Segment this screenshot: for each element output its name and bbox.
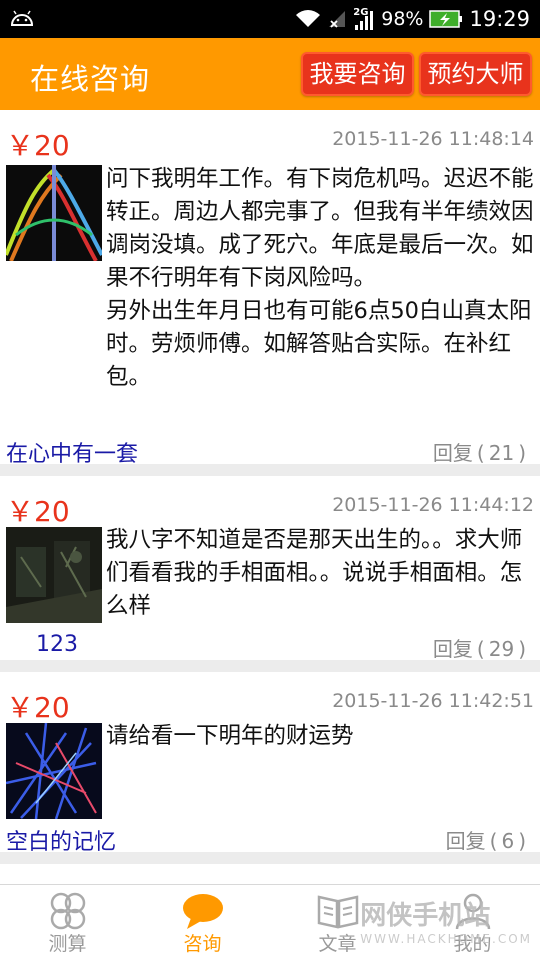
tab-label: 测算 [48, 933, 87, 955]
list-item[interactable]: ￥20 2015-11-26 11:42:51 请给看一下明年的财运势 空白的记… [0, 672, 540, 855]
list-item[interactable]: ￥20 [0, 864, 540, 884]
android-debug-icon [10, 10, 34, 26]
price-label: ￥20 [6, 129, 70, 162]
consult-list[interactable]: ￥20 2015-11-26 11:48:14 问下我明年工作。有下岗危机吗。迟… [0, 110, 540, 884]
page-title: 在线咨询 [30, 62, 151, 96]
reply-number: 6 [501, 829, 515, 853]
question-text: 我八字不知道是否是那天出生的。。求大师们看看我的手相面相。。说说手相面相。怎么样 [106, 527, 523, 619]
post-time: 2015-11-26 11:48:14 [332, 128, 534, 150]
avatar[interactable] [6, 527, 102, 623]
reply-label: 回复 [432, 441, 473, 465]
price-label: ￥20 [6, 874, 70, 884]
signal-2g-icon: 2G [353, 7, 375, 31]
clock: 19:29 [469, 7, 530, 31]
reply-number: 21 [488, 441, 515, 465]
question-text: 请给看一下明年的财运势 [106, 723, 354, 749]
watermark-sub: WWW.HACKHOME.COM [360, 932, 532, 946]
battery-percent: 98% [381, 8, 424, 30]
list-item[interactable]: ￥20 2015-11-26 11:44:12 我八字不知道是否是那天出生的。。… [0, 476, 540, 662]
post-time: 2015-11-26 11:42:51 [332, 690, 534, 712]
avatar[interactable] [6, 165, 102, 261]
tab-label: 咨询 [183, 933, 222, 955]
reply-label: 回复 [432, 637, 473, 661]
reply-count[interactable]: 回复(29) [433, 633, 530, 662]
list-item[interactable]: ￥20 2015-11-26 11:48:14 问下我明年工作。有下岗危机吗。迟… [0, 110, 540, 467]
tab-zixun[interactable]: 咨询 [135, 885, 270, 960]
battery-charging-icon [429, 10, 463, 28]
circles-icon [50, 892, 85, 930]
reply-number: 29 [488, 637, 515, 661]
avatar[interactable] [6, 723, 102, 819]
consult-button[interactable]: 我要咨询 [301, 52, 414, 96]
status-bar: 2G 98% 19:29 [0, 0, 540, 38]
reply-label: 回复 [445, 829, 486, 853]
post-time: 2015-11-26 11:44:12 [332, 494, 534, 516]
site-watermark: 网侠手机站 WWW.HACKHOME.COM [360, 895, 532, 946]
price-label: ￥20 [6, 495, 70, 528]
book-master-button[interactable]: 预约大师 [419, 52, 532, 96]
username-link[interactable]: 在心中有一套 [6, 436, 138, 468]
price-label: ￥20 [6, 691, 70, 724]
app-header: 在线咨询 我要咨询 预约大师 [0, 38, 540, 110]
reply-count[interactable]: 回复(21) [433, 437, 530, 466]
username-link[interactable]: 123 [36, 632, 78, 657]
chat-bubble-icon [182, 894, 223, 929]
wifi-icon [296, 10, 321, 27]
book-icon [317, 895, 358, 929]
no-signal-icon [329, 11, 346, 28]
watermark-main: 网侠手机站 [360, 901, 491, 931]
username-link[interactable]: 空白的记忆 [6, 824, 116, 856]
tab-cesuan[interactable]: 测算 [0, 885, 135, 960]
reply-count[interactable]: 回复(6) [446, 825, 530, 854]
question-text: 问下我明年工作。有下岗危机吗。迟迟不能转正。周边人都完事了。但我有半年绩效因调岗… [106, 166, 534, 390]
